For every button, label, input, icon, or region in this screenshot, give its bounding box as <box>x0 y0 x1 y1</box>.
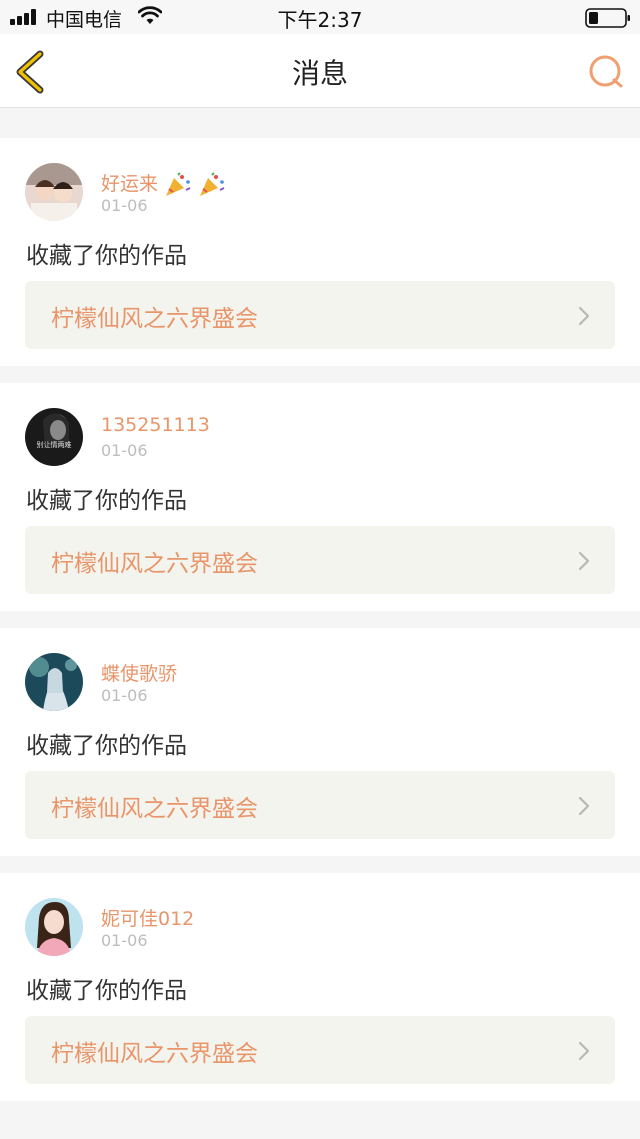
work-link[interactable]: 柠檬仙风之六界盛会 <box>25 281 615 349</box>
username[interactable]: 蝶使歌骄 <box>101 659 177 686</box>
work-title: 柠檬仙风之六界盛会 <box>51 796 258 822</box>
chevron-right-icon <box>578 796 590 816</box>
svg-text:别让情两难: 别让情两难 <box>37 440 72 449</box>
chevron-right-icon <box>578 306 590 326</box>
username[interactable]: 妮可佳012 <box>101 904 194 931</box>
action-text: 收藏了你的作品 <box>26 978 187 1004</box>
work-link[interactable]: 柠檬仙风之六界盛会 <box>25 526 615 594</box>
work-link[interactable]: 柠檬仙风之六界盛会 <box>25 771 615 839</box>
status-bar: 中国电信 下午2:37 <box>0 0 640 34</box>
action-text: 收藏了你的作品 <box>26 733 187 759</box>
message-date: 01-06 <box>101 931 148 950</box>
avatar[interactable]: 别让情两难 <box>25 408 83 466</box>
battery-icon <box>585 8 630 28</box>
message-card: 妮可佳012 01-06 收藏了你的作品 柠檬仙风之六界盛会 <box>0 873 640 1101</box>
page-title: 消息 <box>291 57 348 90</box>
avatar[interactable] <box>25 163 83 221</box>
username[interactable]: 135251113 <box>101 414 210 436</box>
work-title: 柠檬仙风之六界盛会 <box>51 551 258 577</box>
party-popper-icon <box>200 171 225 196</box>
chevron-right-icon <box>578 551 590 571</box>
search-icon[interactable] <box>586 52 626 92</box>
work-link[interactable]: 柠檬仙风之六界盛会 <box>25 1016 615 1084</box>
work-title: 柠檬仙风之六界盛会 <box>51 306 258 332</box>
message-date: 01-06 <box>101 196 148 215</box>
username-text: 好运来 <box>101 173 159 195</box>
work-title: 柠檬仙风之六界盛会 <box>51 1041 258 1067</box>
clock: 下午2:37 <box>277 8 363 32</box>
nav-bar: 消息 <box>0 34 640 108</box>
message-card: 好运来 01-06 收藏了你的作品 柠檬仙风之六界盛会 <box>0 138 640 366</box>
message-date: 01-06 <box>101 686 148 705</box>
message-date: 01-06 <box>101 441 148 460</box>
action-text: 收藏了你的作品 <box>26 243 187 269</box>
avatar[interactable] <box>25 653 83 711</box>
chevron-right-icon <box>578 1041 590 1061</box>
message-card: 蝶使歌骄 01-06 收藏了你的作品 柠檬仙风之六界盛会 <box>0 628 640 856</box>
party-popper-icon <box>166 171 191 196</box>
action-text: 收藏了你的作品 <box>26 488 187 514</box>
avatar[interactable] <box>25 898 83 956</box>
message-card: 别让情两难 135251113 01-06 收藏了你的作品 柠檬仙风之六界盛会 <box>0 383 640 611</box>
username[interactable]: 好运来 <box>101 169 226 198</box>
